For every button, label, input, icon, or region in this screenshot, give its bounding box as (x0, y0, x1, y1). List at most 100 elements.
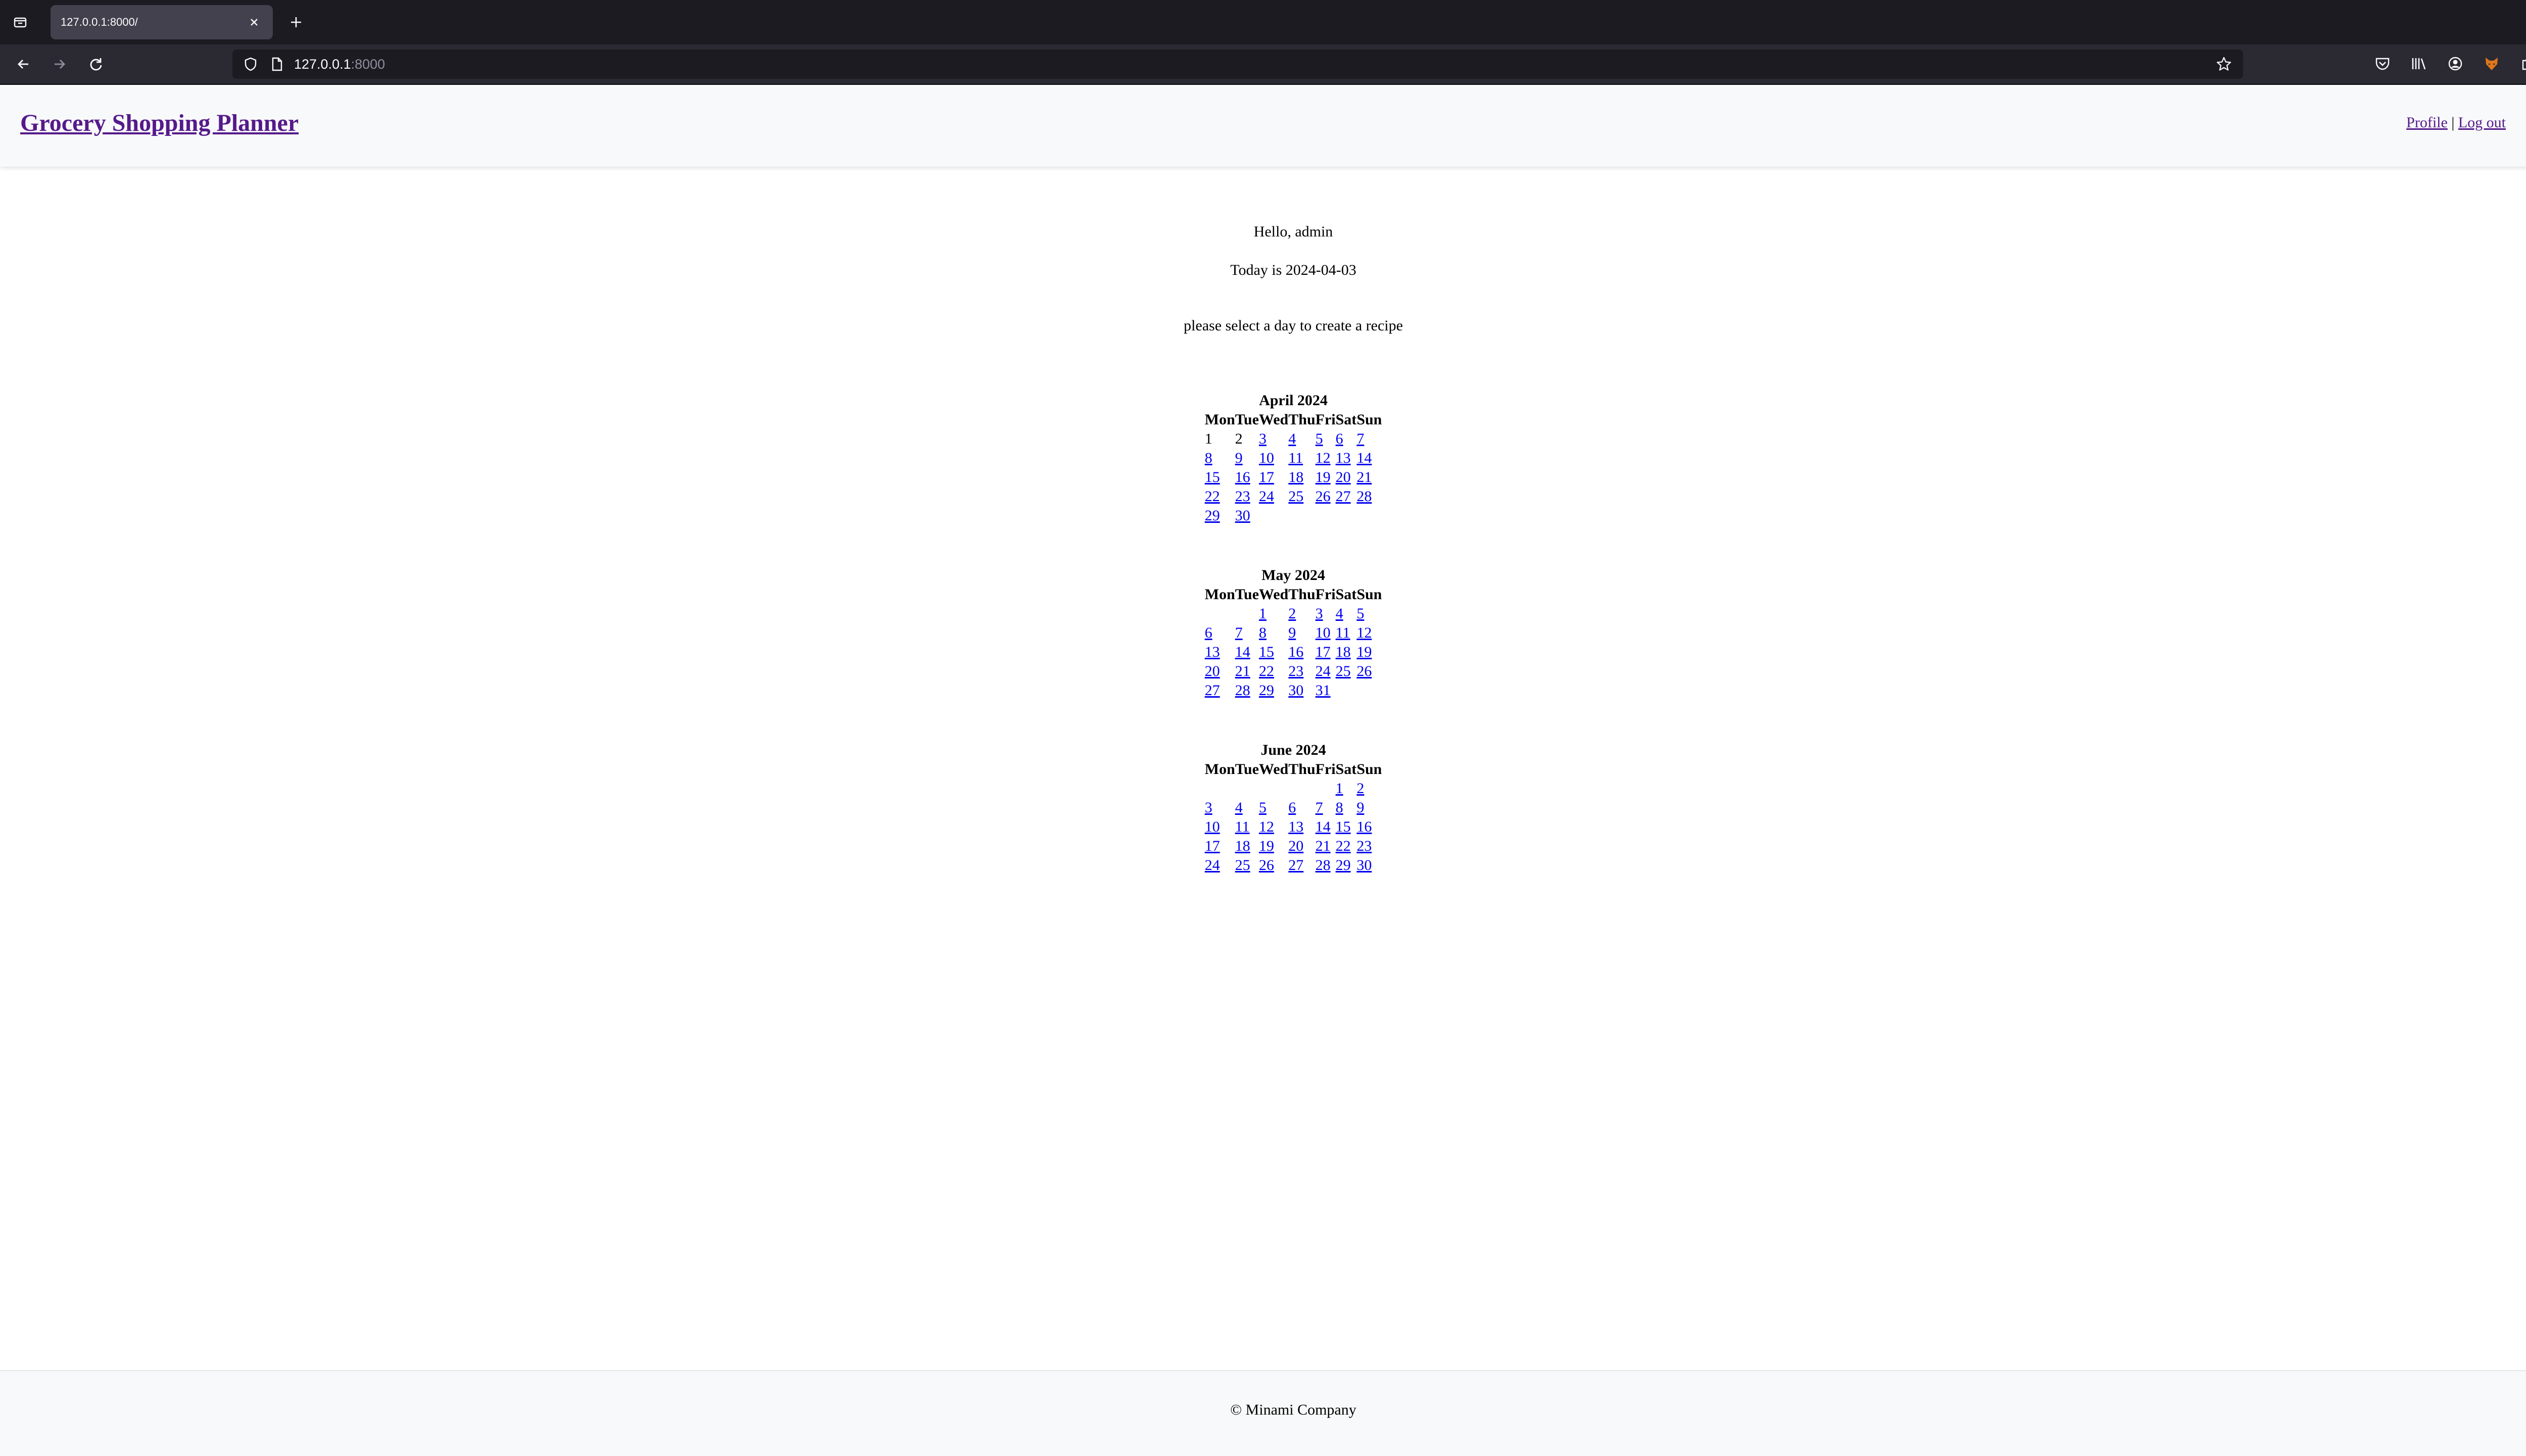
close-icon[interactable] (247, 15, 262, 30)
calendar-day-link[interactable]: 8 (1205, 450, 1212, 466)
calendar-day-link[interactable]: 1 (1259, 605, 1267, 622)
pocket-icon[interactable] (2370, 51, 2395, 77)
calendar-day-link[interactable]: 2 (1288, 605, 1296, 622)
calendar-day-link[interactable]: 17 (1259, 469, 1274, 486)
account-icon[interactable] (2443, 51, 2467, 77)
calendar-day-link[interactable]: 6 (1288, 799, 1296, 816)
back-arrow-icon[interactable] (9, 50, 37, 78)
calendar-day-link[interactable]: 24 (1205, 857, 1220, 873)
calendar-day-link[interactable]: 18 (1235, 838, 1250, 854)
calendar-day-link[interactable]: 28 (1235, 682, 1250, 699)
calendar-day-link[interactable]: 11 (1336, 624, 1350, 641)
profile-link[interactable]: Profile (2406, 114, 2448, 131)
calendar-day-link[interactable]: 27 (1205, 682, 1220, 699)
calendar-day-link[interactable]: 25 (1235, 857, 1250, 873)
calendar-day-link[interactable]: 13 (1336, 450, 1351, 466)
calendar-day-link[interactable]: 11 (1235, 818, 1250, 835)
calendar-day-link[interactable]: 9 (1288, 624, 1296, 641)
calendar-day-link[interactable]: 11 (1288, 450, 1303, 466)
calendar-day-link[interactable]: 30 (1235, 507, 1250, 524)
calendar-day-link[interactable]: 3 (1316, 605, 1323, 622)
calendar-day-link[interactable]: 4 (1336, 605, 1343, 622)
calendar-day-link[interactable]: 16 (1235, 469, 1250, 486)
calendar-day-link[interactable]: 29 (1336, 857, 1351, 873)
plus-icon[interactable] (285, 11, 307, 33)
calendar-day-link[interactable]: 26 (1356, 663, 1372, 680)
calendar-day-link[interactable]: 22 (1336, 838, 1351, 854)
calendar-day-link[interactable]: 31 (1316, 682, 1331, 699)
calendar-day-link[interactable]: 9 (1356, 799, 1364, 816)
calendar-day-link[interactable]: 12 (1316, 450, 1331, 466)
shield-icon[interactable] (240, 54, 261, 74)
url-text[interactable]: 127.0.0.1:8000 (294, 57, 385, 72)
star-icon[interactable] (2214, 54, 2234, 74)
calendar-day-link[interactable]: 10 (1259, 450, 1274, 466)
calendar-day-link[interactable]: 23 (1288, 663, 1303, 680)
calendar-day-link[interactable]: 21 (1356, 469, 1372, 486)
calendar-day-link[interactable]: 12 (1356, 624, 1372, 641)
calendar-day-link[interactable]: 10 (1205, 818, 1220, 835)
calendar-day-link[interactable]: 23 (1235, 488, 1250, 505)
calendar-day-link[interactable]: 23 (1356, 838, 1372, 854)
calendar-day-link[interactable]: 2 (1356, 780, 1364, 797)
site-title-link[interactable]: Grocery Shopping Planner (20, 109, 299, 137)
calendar-day-link[interactable]: 27 (1336, 488, 1351, 505)
calendar-day-link[interactable]: 24 (1259, 488, 1274, 505)
library-icon[interactable] (2407, 51, 2431, 77)
fox-extension-icon[interactable] (2480, 51, 2504, 77)
calendar-day-link[interactable]: 7 (1356, 430, 1364, 447)
calendar-day-link[interactable]: 17 (1316, 644, 1331, 660)
calendar-day-link[interactable]: 12 (1259, 818, 1274, 835)
calendar-day-link[interactable]: 29 (1259, 682, 1274, 699)
address-bar[interactable]: 127.0.0.1:8000 (232, 50, 2243, 79)
calendar-day-link[interactable]: 8 (1259, 624, 1267, 641)
calendar-day-link[interactable]: 4 (1235, 799, 1243, 816)
calendar-day-link[interactable]: 29 (1205, 507, 1220, 524)
calendar-day-link[interactable]: 14 (1235, 644, 1250, 660)
calendar-day-link[interactable]: 16 (1356, 818, 1372, 835)
calendar-day-link[interactable]: 3 (1205, 799, 1212, 816)
calendar-day-link[interactable]: 22 (1205, 488, 1220, 505)
calendar-day-link[interactable]: 14 (1316, 818, 1331, 835)
calendar-day-link[interactable]: 20 (1336, 469, 1351, 486)
page-icon[interactable] (267, 54, 287, 74)
calendar-day-link[interactable]: 16 (1288, 644, 1303, 660)
calendar-day-link[interactable]: 20 (1205, 663, 1220, 680)
calendar-day-link[interactable]: 25 (1336, 663, 1351, 680)
calendar-day-link[interactable]: 13 (1205, 644, 1220, 660)
calendar-day-link[interactable]: 6 (1205, 624, 1212, 641)
calendar-day-link[interactable]: 4 (1288, 430, 1296, 447)
calendar-day-link[interactable]: 17 (1205, 838, 1220, 854)
tab-list-icon[interactable] (9, 11, 31, 33)
calendar-day-link[interactable]: 24 (1316, 663, 1331, 680)
calendar-day-link[interactable]: 19 (1356, 644, 1372, 660)
calendar-day-link[interactable]: 19 (1316, 469, 1331, 486)
calendar-day-link[interactable]: 15 (1336, 818, 1351, 835)
calendar-day-link[interactable]: 19 (1259, 838, 1274, 854)
calendar-day-link[interactable]: 1 (1336, 780, 1343, 797)
calendar-day-link[interactable]: 3 (1259, 430, 1267, 447)
calendar-day-link[interactable]: 15 (1205, 469, 1220, 486)
calendar-day-link[interactable]: 21 (1316, 838, 1331, 854)
calendar-day-link[interactable]: 15 (1259, 644, 1274, 660)
puzzle-icon[interactable] (2516, 51, 2526, 77)
calendar-day-link[interactable]: 5 (1316, 430, 1323, 447)
calendar-day-link[interactable]: 25 (1288, 488, 1303, 505)
calendar-day-link[interactable]: 14 (1356, 450, 1372, 466)
calendar-day-link[interactable]: 28 (1356, 488, 1372, 505)
calendar-day-link[interactable]: 30 (1288, 682, 1303, 699)
browser-tab-active[interactable]: 127.0.0.1:8000/ (51, 5, 273, 39)
calendar-day-link[interactable]: 5 (1259, 799, 1267, 816)
calendar-day-link[interactable]: 8 (1336, 799, 1343, 816)
calendar-day-link[interactable]: 7 (1316, 799, 1323, 816)
calendar-day-link[interactable]: 26 (1316, 488, 1331, 505)
calendar-day-link[interactable]: 10 (1316, 624, 1331, 641)
logout-link[interactable]: Log out (2458, 114, 2506, 131)
calendar-day-link[interactable]: 21 (1235, 663, 1250, 680)
calendar-day-link[interactable]: 5 (1356, 605, 1364, 622)
calendar-day-link[interactable]: 7 (1235, 624, 1243, 641)
calendar-day-link[interactable]: 6 (1336, 430, 1343, 447)
calendar-day-link[interactable]: 30 (1356, 857, 1372, 873)
calendar-day-link[interactable]: 28 (1316, 857, 1331, 873)
calendar-day-link[interactable]: 13 (1288, 818, 1303, 835)
